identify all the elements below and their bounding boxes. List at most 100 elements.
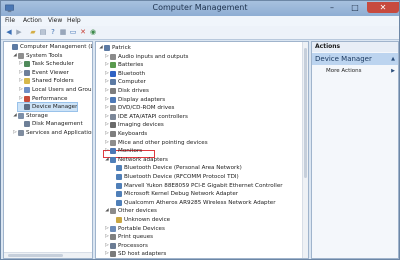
tree-item[interactable]: ▷ Monitors [104, 147, 142, 155]
tree-item[interactable]: ◢ Other devices [104, 207, 157, 215]
display-adapter-icon [110, 96, 116, 103]
tree-item[interactable]: Microsoft Kernel Debug Network Adapter [110, 190, 238, 198]
tree-item-label: Patrick [112, 45, 131, 51]
tree-item[interactable]: ▷ Keyboards [104, 130, 147, 138]
folder-icon[interactable]: ▰ [29, 28, 37, 36]
tree-item-label: Disk drives [118, 88, 149, 94]
tree-item[interactable]: Bluetooth Device (RFCOMM Protocol TDI) [110, 173, 239, 181]
battery-icon [110, 62, 116, 69]
scan-icon[interactable]: ◉ [89, 28, 97, 36]
back-icon[interactable]: ◀ [5, 28, 13, 36]
tree-item-label: Other devices [118, 208, 157, 215]
tree-item-label: Imaging devices [118, 122, 164, 129]
horizontal-scrollbar[interactable] [4, 252, 92, 258]
help-icon[interactable]: ? [49, 28, 57, 36]
tree-item[interactable]: ▷ Local Users and Groups [18, 86, 93, 94]
tree-item[interactable]: Unknown device [110, 216, 170, 224]
printer-icon [110, 234, 116, 241]
scrollbar-thumb[interactable] [304, 48, 307, 178]
services-icon [18, 130, 24, 136]
maximize-button[interactable]: □ [345, 2, 365, 13]
disk-icon [24, 121, 30, 128]
tree-item[interactable]: ▷ Imaging devices [104, 121, 164, 129]
dvd-icon [110, 105, 116, 112]
tree-item[interactable]: ▷ Disk drives [104, 87, 149, 95]
more-actions-link[interactable]: More Actions ▶ [326, 67, 398, 75]
tree-item[interactable]: ▷ SD host adapters [104, 250, 166, 258]
tree-item[interactable]: ▷ Bluetooth [104, 70, 145, 78]
tree-item[interactable]: ◢ System Tools [12, 52, 62, 60]
tree-item[interactable]: ▷ Display adapters [104, 96, 165, 104]
storage-icon [18, 112, 24, 119]
tree-item-label: Disk Management [32, 121, 83, 128]
ide-controller-icon [110, 113, 116, 120]
tree-item-label: Microsoft Kernel Debug Network Adapter [124, 191, 239, 198]
menu-help[interactable]: Help [67, 17, 81, 24]
device-tree: ◢ Patrick ▷ Audio inputs and outputs ▷ Batter… [95, 41, 309, 259]
remove-icon[interactable]: ✕ [79, 28, 87, 36]
tree-item[interactable]: ▷ Shared Folders [18, 77, 74, 85]
tree-item[interactable]: ▷ IDE ATA/ATAPI controllers [104, 113, 188, 121]
properties-icon[interactable]: ▤ [39, 28, 47, 36]
toolbar: ◀ ▶ ▰ ▤ ? ▦ ▭ ✕ ◉ [1, 26, 399, 40]
tree-item[interactable]: ▷ Computer [104, 78, 146, 86]
menu-file[interactable]: File [5, 17, 15, 24]
network-adapter-icon [116, 191, 122, 198]
tree-item[interactable]: ▷ DVD/CD-ROM drives [104, 104, 174, 112]
computer-icon [12, 44, 18, 50]
actions-section-device-manager[interactable]: Device Manager ▲ [312, 53, 398, 65]
chevron-up-icon[interactable]: ▲ [391, 53, 395, 65]
device-manager-icon [24, 104, 30, 111]
more-actions-label: More Actions [326, 68, 362, 74]
title-bar[interactable]: Computer Management – □ ✕ [1, 1, 399, 16]
performance-icon [24, 95, 30, 102]
tree-item[interactable]: ▷ Task Scheduler [18, 60, 74, 68]
tree-item[interactable]: ▷ Print queues [104, 233, 153, 241]
tree-item[interactable]: ▷ Services and Applications [12, 129, 92, 137]
tree-item-label: Bluetooth Device (RFCOMM Protocol TDI) [124, 174, 239, 180]
minimize-button[interactable]: – [321, 2, 343, 13]
tree-item[interactable]: ▷ Processors [104, 242, 148, 250]
tree-item[interactable]: ▷ Performance [18, 95, 67, 103]
tree-item[interactable]: ◢ Storage [12, 112, 48, 120]
menu-action[interactable]: Action [23, 17, 42, 24]
tree-item-label: Bluetooth [118, 70, 146, 77]
monitor-icon[interactable]: ▭ [69, 28, 77, 36]
tree-item-label: SD host adapters [118, 251, 167, 258]
other-devices-icon [110, 208, 116, 215]
close-button[interactable]: ✕ [367, 2, 399, 13]
tree-item[interactable]: Bluetooth Device (Personal Area Network) [110, 164, 242, 172]
tree-item-label: Storage [26, 112, 48, 119]
tree-item-label: Processors [118, 242, 148, 249]
tree-item[interactable]: Computer Management (Local [6, 43, 92, 51]
tree-item[interactable]: Marvell Yukon 88E8059 PCI-E Gigabit Ethe… [110, 182, 283, 190]
actions-header: Actions [312, 42, 398, 52]
actions-pane: Actions Device Manager ▲ More Actions ▶ [311, 41, 399, 259]
tree-item[interactable]: ▷ Portable Devices [104, 225, 165, 233]
forward-icon[interactable]: ▶ [15, 28, 23, 36]
menu-view[interactable]: View [48, 17, 62, 24]
tree-item[interactable]: ▷ Event Viewer [18, 69, 69, 77]
vertical-scrollbar[interactable] [302, 42, 308, 258]
tree-item-label: Device Manager [32, 104, 78, 111]
tree-item[interactable]: Disk Management [18, 120, 83, 128]
scrollbar-thumb[interactable] [8, 254, 63, 257]
tree-item-label: Local Users and Groups [32, 87, 93, 93]
portable-device-icon [110, 225, 116, 232]
menu-bar: File Action View Help [1, 16, 399, 26]
tree-item-label: DVD/CD-ROM drives [118, 105, 175, 112]
tree-item[interactable]: Device Manager [16, 102, 79, 113]
tree-icon[interactable]: ▦ [59, 28, 67, 36]
tree-item[interactable]: ◢ Network adapters [104, 156, 168, 164]
tree-item[interactable]: ▷ Audio inputs and outputs [104, 53, 188, 61]
scheduler-icon [24, 61, 30, 68]
tree-item[interactable]: Qualcomm Atheros AR9285 Wireless Network… [110, 199, 276, 207]
tree-item[interactable]: ◢ Patrick [98, 44, 131, 52]
tree-item-label: Computer Management (Local [20, 44, 92, 50]
keyboard-icon [110, 131, 116, 137]
tree-item[interactable]: ▷ Batteries [104, 61, 143, 69]
tree-item-label: Task Scheduler [32, 61, 74, 68]
tree-item[interactable]: ▷ Mice and other pointing devices [104, 139, 208, 147]
tree-item-label: Display adapters [118, 96, 166, 103]
unknown-device-icon [116, 217, 122, 223]
